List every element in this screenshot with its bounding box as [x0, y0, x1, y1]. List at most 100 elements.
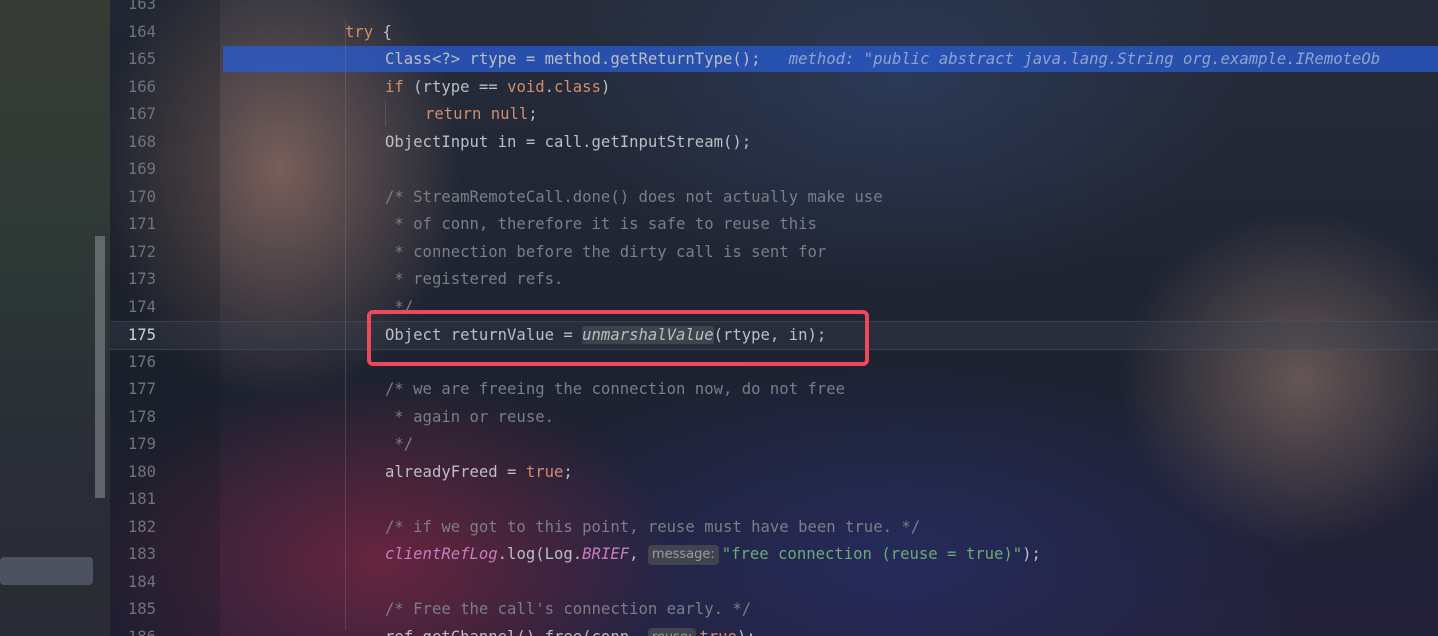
- code-token: );: [737, 628, 756, 636]
- line-number[interactable]: 176: [110, 349, 156, 376]
- line-code: /* if we got to this point, reuse must h…: [385, 514, 920, 541]
- code-token: ref.getChannel().free(conn,: [385, 628, 648, 636]
- code-token: return: [425, 105, 482, 123]
- code-token: try: [345, 22, 374, 41]
- parameter-hint: message:: [647, 545, 719, 565]
- line-number[interactable]: 171: [110, 211, 156, 238]
- code-line[interactable]: 163: [110, 0, 1438, 18]
- line-number[interactable]: 174: [110, 294, 156, 321]
- code-token: ObjectInput in = call.getInputStream();: [385, 132, 752, 151]
- code-line[interactable]: 182 /* if we got to this point, reuse mus…: [110, 514, 1438, 541]
- code-token: clientRefLog: [385, 545, 498, 563]
- code-line[interactable]: 168 ObjectInput in = call.getInputStream(…: [110, 129, 1438, 156]
- code-token: .: [544, 77, 555, 96]
- project-panel: [0, 0, 110, 636]
- line-code: alreadyFreed = true;: [385, 459, 573, 486]
- line-code: /* we are freeing the connection now, do…: [385, 376, 845, 403]
- line-number[interactable]: 178: [110, 404, 156, 431]
- project-panel-selected-item[interactable]: [0, 557, 93, 585]
- line-number[interactable]: 172: [110, 239, 156, 266]
- code-token: /* if we got to this point, reuse must h…: [385, 517, 921, 536]
- code-line[interactable]: 179 */: [110, 431, 1438, 458]
- code-line[interactable]: 177 /* we are freeing the connection now,…: [110, 376, 1438, 403]
- line-number[interactable]: 163: [110, 0, 156, 18]
- project-panel-scrollbar[interactable]: [95, 236, 105, 498]
- code-token: class: [554, 77, 601, 96]
- code-line[interactable]: 181: [110, 486, 1438, 513]
- line-number[interactable]: 167: [110, 101, 156, 128]
- line-code: * registered refs.: [385, 266, 563, 293]
- code-line[interactable]: 166 if (rtype == void.class): [110, 74, 1438, 101]
- code-token: (rtype ==: [403, 77, 508, 96]
- code-token: */: [385, 435, 414, 453]
- code-token: * again or reuse.: [385, 407, 554, 426]
- line-code: * connection before the dirty call is se…: [385, 239, 826, 266]
- line-number[interactable]: 181: [110, 486, 156, 513]
- line-number[interactable]: 186: [110, 624, 156, 636]
- code-token: null: [490, 105, 529, 123]
- code-token: /* Free the call's connection early. */: [385, 600, 752, 618]
- line-code: return null;: [425, 101, 538, 128]
- code-line[interactable]: 180 alreadyFreed = true;: [110, 459, 1438, 486]
- line-code: clientRefLog.log(Log.BRIEF, message: "fre…: [385, 541, 1041, 568]
- line-number[interactable]: 170: [110, 184, 156, 211]
- line-number[interactable]: 166: [110, 74, 156, 101]
- code-line[interactable]: 173 * registered refs.: [110, 266, 1438, 293]
- line-number[interactable]: 173: [110, 266, 156, 293]
- line-number[interactable]: 168: [110, 129, 156, 156]
- code-token: "free connection (reuse = true)": [721, 545, 1023, 563]
- line-number[interactable]: 182: [110, 514, 156, 541]
- code-line[interactable]: 169: [110, 156, 1438, 183]
- code-line[interactable]: 185 /* Free the call's connection early. …: [110, 596, 1438, 623]
- code-token: /* StreamRemoteCall.done() does not actu…: [385, 187, 883, 206]
- line-number[interactable]: 184: [110, 569, 156, 596]
- code-line[interactable]: 184: [110, 569, 1438, 596]
- line-code: * of conn, therefore it is safe to reuse…: [385, 211, 817, 238]
- line-number[interactable]: 165: [110, 46, 156, 73]
- indent-guide: [345, 20, 346, 630]
- code-line[interactable]: 171 * of conn, therefore it is safe to r…: [110, 211, 1438, 238]
- code-line[interactable]: 178 * again or reuse.: [110, 404, 1438, 431]
- line-code: /* StreamRemoteCall.done() does not actu…: [385, 184, 883, 211]
- debug-inline-value: method: "public abstract java.lang.Strin…: [760, 50, 1381, 68]
- code-token: ,: [629, 545, 648, 563]
- line-number[interactable]: 183: [110, 541, 156, 568]
- code-token: true: [525, 462, 564, 481]
- line-code: ObjectInput in = call.getInputStream();: [385, 129, 751, 156]
- code-token: * registered refs.: [385, 270, 564, 288]
- code-token: BRIEF: [582, 545, 630, 563]
- code-token: alreadyFreed =: [385, 462, 526, 481]
- code-line[interactable]: 167 return null;: [110, 101, 1438, 128]
- code-line[interactable]: 170 /* StreamRemoteCall.done() does not a…: [110, 184, 1438, 211]
- code-line[interactable]: 172 * connection before the dirty call i…: [110, 239, 1438, 266]
- code-token: * connection before the dirty call is se…: [385, 242, 827, 261]
- code-token: );: [1022, 545, 1041, 563]
- line-code: * again or reuse.: [385, 404, 554, 431]
- line-number[interactable]: 177: [110, 376, 156, 403]
- code-token: .log(Log.: [497, 545, 583, 563]
- parameter-hint: reuse:: [647, 627, 697, 636]
- line-number[interactable]: 169: [110, 156, 156, 183]
- code-token: * of conn, therefore it is safe to reuse…: [385, 215, 817, 233]
- code-line[interactable]: 186 ref.getChannel().free(conn, reuse:tru…: [110, 624, 1438, 636]
- code-token: void: [507, 77, 545, 96]
- line-code: ref.getChannel().free(conn, reuse:true);: [385, 624, 756, 636]
- code-token: /* we are freeing the connection now, do…: [385, 380, 846, 398]
- line-code: try {: [345, 19, 392, 46]
- code-token: Class<?> rtype = method.getReturnType();: [385, 50, 761, 68]
- code-token: true: [699, 628, 737, 636]
- code-line[interactable]: 164 try {: [110, 19, 1438, 46]
- line-number[interactable]: 180: [110, 459, 156, 486]
- code-line[interactable]: 183 clientRefLog.log(Log.BRIEF, message: "…: [110, 541, 1438, 568]
- code-token: {: [373, 22, 392, 41]
- line-code: if (rtype == void.class): [385, 74, 610, 101]
- line-number[interactable]: 175: [110, 322, 156, 349]
- annotation-highlight-box: [367, 310, 869, 366]
- code-line[interactable]: 165 Class<?> rtype = method.getReturnType…: [110, 46, 1438, 73]
- line-code: Class<?> rtype = method.getReturnType();…: [385, 46, 1380, 73]
- line-number[interactable]: 185: [110, 596, 156, 623]
- code-token: ;: [528, 105, 538, 123]
- line-code: */: [385, 431, 413, 458]
- line-number[interactable]: 179: [110, 431, 156, 458]
- line-number[interactable]: 164: [110, 19, 156, 46]
